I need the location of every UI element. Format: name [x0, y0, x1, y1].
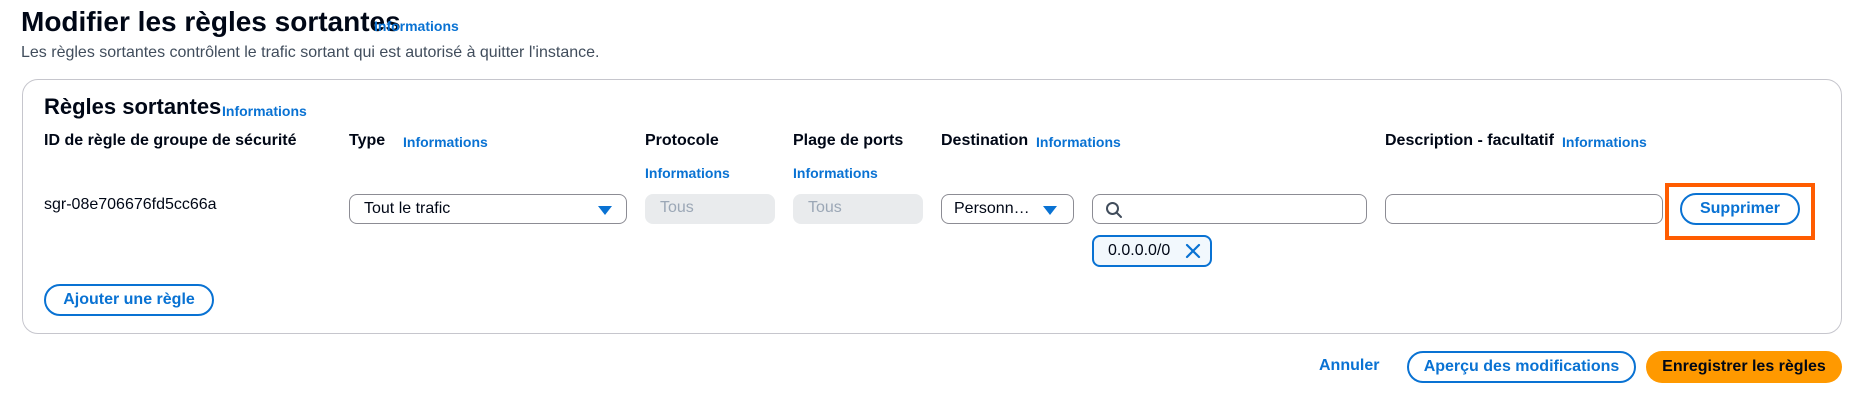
delete-rule-button[interactable]: Supprimer [1680, 193, 1800, 225]
column-header-protocol: Protocole [645, 132, 719, 149]
destination-search-input[interactable] [1092, 194, 1367, 224]
port-range-value: Tous [808, 199, 842, 216]
destination-token-value: 0.0.0.0/0 [1108, 242, 1171, 259]
type-info-link[interactable]: Informations [403, 134, 488, 150]
column-header-rule-id: ID de règle de groupe de sécurité [44, 132, 297, 149]
page-description: Les règles sortantes contrôlent le trafi… [21, 44, 600, 61]
type-select-value: Tout le trafic [364, 200, 451, 217]
close-icon[interactable] [1185, 243, 1201, 259]
destination-type-value: Personn… [954, 200, 1030, 217]
port-range-info-link[interactable]: Informations [793, 165, 878, 181]
caret-down-icon [1043, 206, 1057, 215]
cancel-button[interactable]: Annuler [1319, 357, 1379, 375]
protocol-info-link[interactable]: Informations [645, 165, 730, 181]
destination-token: 0.0.0.0/0 [1092, 235, 1212, 267]
section-title: Règles sortantes [44, 94, 222, 119]
protocol-field: Tous [645, 194, 775, 224]
caret-down-icon [598, 206, 612, 215]
add-rule-button[interactable]: Ajouter une règle [44, 284, 214, 316]
column-header-type: Type [349, 132, 386, 149]
save-rules-button[interactable]: Enregistrer les règles [1646, 351, 1842, 383]
search-icon [1106, 202, 1122, 218]
column-header-description: Description - facultatif [1385, 132, 1554, 149]
column-header-port-range: Plage de ports [793, 132, 904, 149]
column-header-destination: Destination [941, 132, 1029, 149]
section-info-link[interactable]: Informations [222, 103, 307, 119]
port-range-field: Tous [793, 194, 923, 224]
title-info-link[interactable]: Informations [374, 18, 459, 34]
description-info-link[interactable]: Informations [1562, 134, 1647, 150]
page-title: Modifier les règles sortantes [21, 6, 401, 37]
rule-id: sgr-08e706676fd5cc66a [44, 196, 217, 213]
destination-type-select[interactable]: Personn… [941, 194, 1074, 224]
type-select[interactable]: Tout le trafic [349, 194, 627, 224]
preview-changes-button[interactable]: Aperçu des modifications [1407, 351, 1636, 383]
description-input[interactable] [1385, 194, 1663, 224]
protocol-value: Tous [660, 199, 694, 216]
destination-info-link[interactable]: Informations [1036, 134, 1121, 150]
